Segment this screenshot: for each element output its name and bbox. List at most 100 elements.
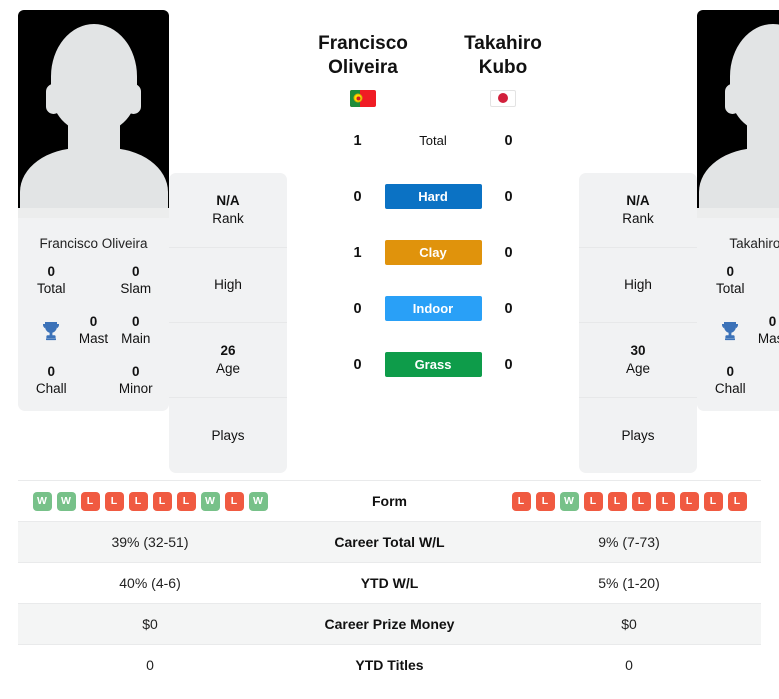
right-player-last-name: Kubo: [478, 56, 528, 78]
left-player-titles-card: Francisco Oliveira 0 Total 0 Slam 0 Mast: [18, 218, 169, 412]
left-stat-value: $0: [18, 603, 282, 645]
right-info-plays: Plays: [579, 398, 697, 473]
left-titles-total: 0 Total: [24, 264, 79, 298]
form-pill[interactable]: L: [224, 491, 244, 511]
surface-badge-grass[interactable]: Grass: [384, 352, 482, 377]
form-pill[interactable]: W: [559, 491, 579, 511]
surface-badge-indoor[interactable]: Indoor: [384, 296, 482, 321]
left-score-indoor: 0: [353, 300, 362, 317]
left-info-plays-label: Plays: [211, 427, 245, 443]
left-info-plays: Plays: [169, 398, 287, 473]
left-score-clay: 1: [353, 244, 362, 261]
right-player-name-block: Takahiro Kubo: [433, 32, 573, 107]
left-info-high: High: [169, 248, 287, 323]
avatar-head-shape: [729, 24, 779, 132]
left-player-card-name: Francisco Oliveira: [39, 236, 148, 251]
surface-badge-total[interactable]: Total: [385, 128, 482, 153]
right-form-list: LLWLLLLLLL: [497, 491, 761, 511]
right-info-plays-label: Plays: [621, 427, 655, 443]
portugal-flag-icon: [350, 89, 376, 107]
right-titles-chall-value: 0: [726, 363, 734, 379]
stat-row-label: Career Prize Money: [282, 603, 497, 645]
avatar-base-strip: [18, 208, 169, 218]
form-pill[interactable]: L: [104, 491, 124, 511]
center-column: Francisco Oliveira Takahiro Kubo 1 Total 0…: [287, 10, 579, 393]
form-pill[interactable]: L: [727, 491, 747, 511]
right-player-avatar: [697, 10, 779, 218]
table-row: $0 Career Prize Money $0: [18, 603, 761, 645]
flag-emblem: [353, 93, 363, 103]
right-stat-value: 9% (7-73): [497, 521, 761, 563]
form-pill[interactable]: L: [152, 491, 172, 511]
surface-row-grass: 0 Grass 0: [287, 337, 579, 393]
left-titles-grid: 0 Total 0 Slam 0 Mast 0 Main 0 Chall 0 M…: [18, 264, 169, 397]
surface-row-hard: 0 Hard 0: [287, 169, 579, 225]
left-titles-minor-label: Minor: [118, 380, 153, 396]
left-titles-mast-label: Mast: [78, 330, 109, 346]
table-row: 39% (32-51) Career Total W/L 9% (7-73): [18, 521, 761, 563]
form-pill[interactable]: L: [655, 491, 675, 511]
left-stat-value: 0: [18, 644, 282, 686]
form-pill[interactable]: W: [200, 491, 220, 511]
surface-badge-hard[interactable]: Hard: [384, 184, 482, 209]
form-pill[interactable]: L: [679, 491, 699, 511]
surface-row-total: 1 Total 0: [287, 113, 579, 169]
left-stat-value: 39% (32-51): [18, 521, 282, 563]
right-titles-total: 0 Total: [703, 264, 758, 298]
form-pill[interactable]: W: [32, 491, 52, 511]
right-info-rank-label: Rank: [622, 211, 654, 226]
right-player-titles-card: Takahiro Kubo 0 Total 0 Slam 0 Mast: [697, 218, 779, 412]
left-titles-slam: 0 Slam: [109, 264, 164, 298]
form-pill[interactable]: L: [607, 491, 627, 511]
right-player-first-name: Takahiro: [464, 33, 542, 54]
left-player-name-block: Francisco Oliveira: [293, 32, 433, 107]
left-info-age: 26 Age: [169, 323, 287, 398]
form-pill[interactable]: L: [80, 491, 100, 511]
right-info-rank-value: N/A: [626, 193, 650, 209]
form-pill[interactable]: L: [583, 491, 603, 511]
left-stat-value: 40% (4-6): [18, 562, 282, 604]
left-titles-mast-value: 0: [89, 313, 98, 329]
avatar-ear-left: [46, 84, 61, 114]
left-titles-chall-value: 0: [47, 363, 55, 379]
right-score-total: 0: [504, 132, 513, 149]
trophy-icon: [703, 319, 758, 343]
right-stat-value: $0: [497, 603, 761, 645]
table-row: 0 YTD Titles 0: [18, 644, 761, 686]
stat-row-label: Career Total W/L: [282, 521, 497, 563]
table-row: 40% (4-6) YTD W/L 5% (1-20): [18, 562, 761, 604]
form-pill[interactable]: L: [535, 491, 555, 511]
right-info-age: 30 Age: [579, 323, 697, 398]
right-titles-grid: 0 Total 0 Slam 0 Mast: [697, 264, 779, 397]
right-score-grass: 0: [504, 356, 513, 373]
right-info-age-label: Age: [625, 361, 651, 376]
surface-row-clay: 1 Clay 0: [287, 225, 579, 281]
surface-badge-clay[interactable]: Clay: [384, 240, 482, 265]
form-row-label: Form: [282, 480, 497, 522]
form-pill[interactable]: W: [248, 491, 268, 511]
form-pill[interactable]: L: [631, 491, 651, 511]
form-pill[interactable]: L: [703, 491, 723, 511]
right-info-high-label: High: [624, 277, 652, 293]
left-info-rank-value: N/A: [216, 193, 240, 209]
form-pill[interactable]: L: [128, 491, 148, 511]
form-pill[interactable]: L: [176, 491, 196, 511]
right-info-high: High: [579, 248, 697, 323]
left-player-column: Francisco Oliveira 0 Total 0 Slam 0 Mast: [18, 10, 169, 412]
left-info-age-label: Age: [215, 361, 241, 376]
form-pill[interactable]: W: [56, 491, 76, 511]
stat-row-label: YTD Titles: [282, 644, 497, 686]
left-info-rank-label: Rank: [212, 211, 244, 226]
left-titles-chall: 0 Chall: [24, 364, 79, 398]
right-titles-total-label: Total: [715, 281, 745, 297]
right-titles-mast: 0 Mast: [758, 314, 779, 348]
right-score-clay: 0: [504, 244, 513, 261]
left-info-high-label: High: [214, 277, 242, 293]
form-row: WWLLLLLWLW Form LLWLLLLLLL: [18, 480, 761, 522]
left-player-last-name: Oliveira: [328, 56, 398, 78]
left-score-hard: 0: [353, 188, 362, 205]
left-player-info-card: N/A Rank High 26 Age Plays: [169, 173, 287, 473]
form-pill[interactable]: L: [511, 491, 531, 511]
avatar-ear-left: [725, 84, 740, 114]
avatar-base-strip: [697, 208, 779, 218]
